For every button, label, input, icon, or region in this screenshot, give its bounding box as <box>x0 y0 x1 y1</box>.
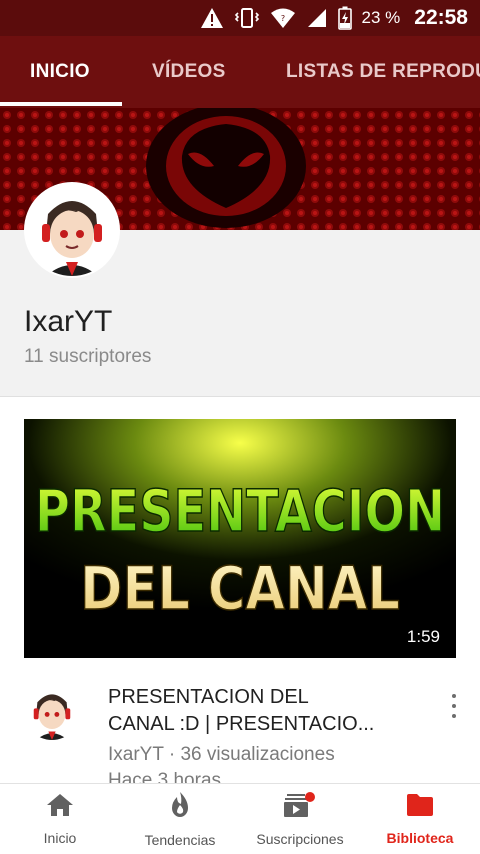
channel-avatar[interactable] <box>24 182 120 278</box>
nav-label-biblioteca: Biblioteca <box>386 830 454 846</box>
tab-playlists[interactable]: LISTAS DE REPRODU <box>286 36 480 108</box>
folder-icon <box>406 793 434 822</box>
clock: 22:58 <box>414 6 468 29</box>
status-bar: ? 23 % 22:58 <box>0 0 480 36</box>
video-title-line2: CANAL :D | PRESENTACIO... <box>108 713 375 735</box>
video-channel-avatar[interactable] <box>24 684 80 740</box>
nav-biblioteca[interactable]: Biblioteca <box>370 784 470 854</box>
video-title-line1: PRESENTACION DEL <box>108 686 309 708</box>
wifi-icon: ? <box>270 7 296 29</box>
flame-icon <box>168 791 192 824</box>
battery-charging-icon <box>337 6 352 30</box>
thumbnail-text-line1: PRESENTACION <box>35 477 445 545</box>
home-icon <box>46 793 74 822</box>
thumbnail-text-line2: DEL CANAL <box>80 554 400 624</box>
video-thumbnail[interactable]: PRESENTACION DEL CANAL 1:59 <box>24 419 456 658</box>
more-options-icon[interactable] <box>440 694 468 718</box>
nav-label-tendencias: Tendencias <box>144 832 216 848</box>
nav-label-inicio: Inicio <box>43 830 77 846</box>
app-screen: ? 23 % 22:58 INICIO VÍDEOS LISTAS DE REP… <box>0 0 480 854</box>
nav-inicio[interactable]: Inicio <box>10 784 110 854</box>
warning-icon <box>200 7 224 29</box>
video-duration: 1:59 <box>402 626 444 648</box>
channel-name: IxarYT <box>24 305 113 338</box>
nav-tendencias[interactable]: Tendencias <box>130 784 230 854</box>
video-meta: IxarYT · 36 visualizaciones <box>108 744 335 765</box>
svg-text:?: ? <box>280 14 284 23</box>
nav-suscripciones[interactable]: Suscripciones <box>244 784 356 854</box>
bottom-navigation: Inicio Tendencias Suscripciones Bibliote… <box>0 783 480 854</box>
video-title[interactable]: PRESENTACION DEL CANAL :D | PRESENTACIO.… <box>108 684 408 738</box>
active-tab-indicator <box>0 102 122 106</box>
vibrate-icon <box>234 7 260 29</box>
tab-inicio[interactable]: INICIO <box>30 36 90 108</box>
cell-signal-icon <box>306 7 328 29</box>
channel-tabs: INICIO VÍDEOS LISTAS DE REPRODU <box>0 36 480 108</box>
battery-percentage: 23 % <box>361 8 401 27</box>
tab-videos[interactable]: VÍDEOS <box>152 36 226 108</box>
subscriber-count: 11 suscriptores <box>24 346 152 367</box>
subscriptions-icon <box>284 792 316 823</box>
nav-label-suscripciones: Suscripciones <box>256 831 344 847</box>
